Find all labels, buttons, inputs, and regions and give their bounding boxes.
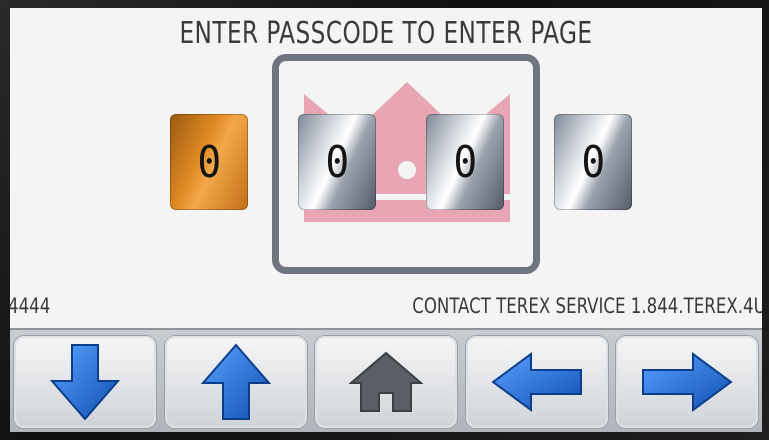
arrow-left-icon xyxy=(490,352,582,412)
right-button[interactable] xyxy=(616,336,758,428)
down-button[interactable] xyxy=(14,336,156,428)
code-readout: 4444 xyxy=(10,294,51,318)
arrow-down-icon xyxy=(50,344,120,421)
contact-text: CONTACT TEREX SERVICE 1.844.TEREX.4U xyxy=(412,294,762,318)
home-button[interactable] xyxy=(315,336,457,428)
home-icon xyxy=(349,351,423,412)
digit-2-value: 0 xyxy=(325,136,349,188)
passcode-screen: ENTER PASSCODE TO ENTER PAGE 0 0 0 0 444… xyxy=(10,8,762,432)
passcode-digit-3[interactable]: 0 xyxy=(426,114,504,210)
passcode-digit-1[interactable]: 0 xyxy=(170,114,248,210)
left-button[interactable] xyxy=(465,336,608,428)
passcode-digit-2[interactable]: 0 xyxy=(298,114,376,210)
navigation-bar xyxy=(10,328,762,432)
arrow-up-icon xyxy=(200,343,271,420)
arrow-right-icon xyxy=(642,352,733,412)
page-title: ENTER PASSCODE TO ENTER PAGE xyxy=(179,16,593,51)
up-button[interactable] xyxy=(164,336,307,428)
digit-4-value: 0 xyxy=(581,136,605,188)
digit-3-value: 0 xyxy=(453,136,477,188)
digit-1-value: 0 xyxy=(197,136,221,188)
passcode-digit-4[interactable]: 0 xyxy=(554,114,632,210)
